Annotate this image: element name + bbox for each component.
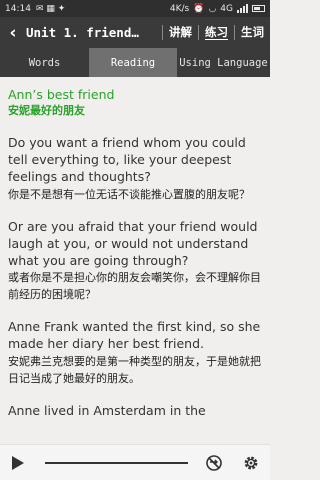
reading-content[interactable]: Ann’s best friend 安妮最好的朋友 Do you want a … bbox=[0, 77, 270, 444]
explain-button[interactable]: 讲解 bbox=[162, 25, 198, 40]
passage-title-en: Ann’s best friend bbox=[8, 87, 115, 102]
network-speed: 4K/s bbox=[169, 3, 190, 14]
paragraph-en[interactable]: Anne Frank wanted the first kind, so she… bbox=[8, 318, 262, 352]
paragraph-en[interactable]: Do you want a friend whom you could tell… bbox=[8, 134, 262, 186]
status-bar: 14:14 ✉ ▦ ✦ 4K/s ⏰ ◡ 4G bbox=[0, 0, 270, 17]
passage-title-zh: 安妮最好的朋友 bbox=[8, 104, 85, 117]
audio-player bbox=[0, 444, 270, 480]
play-icon[interactable] bbox=[12, 456, 24, 470]
vocabulary-button[interactable]: 生词 bbox=[234, 25, 270, 40]
tab-words[interactable]: Words bbox=[0, 48, 89, 77]
wifi-icon: ◡ bbox=[208, 3, 217, 14]
carrier-label: 4G bbox=[220, 3, 233, 14]
section-tabs: Words Reading Using Language bbox=[0, 48, 270, 77]
lesson-title: Unit 1. friend… bbox=[26, 25, 139, 40]
back-arrow-icon[interactable]: ‹ bbox=[0, 23, 26, 43]
battery-icon bbox=[252, 5, 265, 12]
alarm-icon: ⏰ bbox=[193, 3, 205, 14]
repeat-off-icon[interactable] bbox=[205, 454, 223, 472]
paragraph-zh[interactable]: 或者你是不是担心你的朋友会嘲笑你，会不理解你目前经历的困境呢？ bbox=[8, 269, 262, 303]
clock: 14:14 bbox=[5, 3, 31, 14]
signal-icon bbox=[237, 4, 248, 13]
notification-icons: ✉ ▦ ✦ bbox=[35, 3, 66, 14]
paragraph-en[interactable]: Anne lived in Amsterdam in the bbox=[8, 402, 262, 419]
gear-icon[interactable] bbox=[242, 454, 260, 472]
progress-track[interactable] bbox=[45, 462, 188, 464]
tab-using-language[interactable]: Using Language bbox=[177, 48, 270, 77]
practice-button[interactable]: 练习 bbox=[198, 25, 234, 40]
app-bar: ‹ Unit 1. friend… 讲解 练习 生词 bbox=[0, 17, 270, 48]
tab-reading[interactable]: Reading bbox=[89, 48, 177, 77]
paragraph-zh[interactable]: 安妮弗兰克想要的是第一种类型的朋友，于是她就把日记当成了她最好的朋友。 bbox=[8, 353, 262, 387]
paragraph-zh[interactable]: 你是不是想有一位无话不谈能推心置腹的朋友呢？ bbox=[8, 186, 262, 203]
paragraph-en[interactable]: Or are you afraid that your friend would… bbox=[8, 218, 262, 270]
